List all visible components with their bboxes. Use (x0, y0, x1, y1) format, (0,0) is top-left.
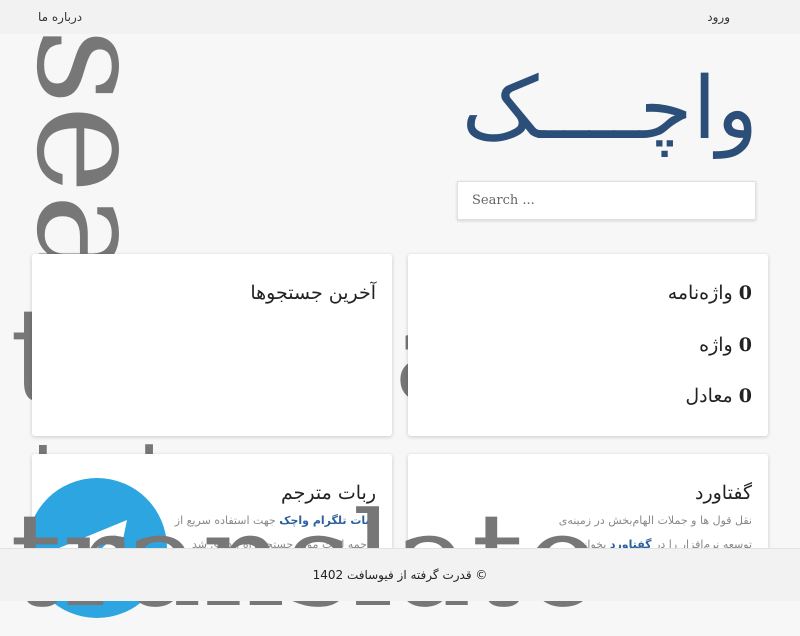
about-link[interactable]: درباره ما (38, 10, 82, 24)
recent-searches-card: آخرین جستجوها (32, 254, 392, 436)
search-box (457, 181, 756, 220)
site-logo-title: واچــــک (461, 59, 758, 159)
stat-dictionaries-label: واژه‌نامه (667, 282, 733, 304)
footer-copyright: © قدرت گرفته از فیوسافت 1402 (312, 568, 488, 582)
search-input[interactable] (458, 182, 755, 219)
footer: © قدرت گرفته از فیوسافت 1402 (0, 548, 800, 601)
telegram-bot-link[interactable]: ربات تلگرام واچک (279, 514, 376, 527)
quotes-title: گفتاورد (695, 482, 752, 504)
stat-equivalents-value: 0 (738, 385, 752, 407)
stat-dictionaries-value: 0 (738, 282, 752, 304)
stats-card: 0 واژه‌نامه 0 واژه 0 معادل (408, 254, 768, 436)
stat-equivalents: 0 معادل (685, 385, 752, 407)
stat-dictionaries: 0 واژه‌نامه (668, 282, 752, 304)
translator-bot-title: ربات مترجم (281, 482, 376, 504)
translator-bot-text-post: جهت استفاده سریع از (174, 514, 276, 527)
stat-words-label: واژه (699, 334, 733, 356)
quotes-text-line1: نقل قول ها و جملات الهام‌بخش در زمینه‌ی (558, 514, 752, 527)
stat-equivalents-label: معادل (685, 385, 733, 407)
stat-words: 0 واژه (699, 334, 752, 356)
stat-words-value: 0 (738, 334, 752, 356)
login-link[interactable]: ورود (707, 10, 730, 24)
top-navbar: ورود درباره ما (0, 0, 800, 34)
recent-searches-title: آخرین جستجوها (250, 282, 376, 304)
